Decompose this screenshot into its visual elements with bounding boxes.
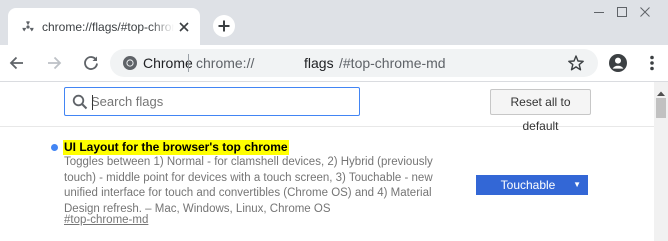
flag-permalink[interactable]: #top-chrome-md	[64, 213, 148, 228]
tab-title: chrome://flags/#top-chrome-md	[42, 20, 174, 34]
close-icon[interactable]	[176, 19, 192, 35]
flags-favicon-icon	[20, 19, 36, 35]
maximize-icon	[617, 7, 627, 17]
scroll-up-icon[interactable]	[657, 85, 665, 96]
reload-icon	[84, 56, 98, 70]
security-chip-label: Chrome	[143, 55, 193, 71]
plus-icon	[213, 15, 235, 37]
back-arrow-icon	[9, 56, 23, 70]
url-host: flags	[304, 55, 334, 71]
omnibox[interactable]: Chrome chrome:// flags /#top-chrome-md	[110, 49, 598, 77]
forward-button[interactable]	[40, 49, 68, 77]
maximize-button[interactable]	[599, 0, 645, 24]
url-scheme: chrome://	[196, 55, 255, 71]
star-icon[interactable]	[566, 53, 586, 73]
flag-description: Toggles between 1) Normal - for clamshel…	[64, 156, 433, 215]
omnibox-divider	[188, 54, 189, 72]
tab-strip: chrome://flags/#top-chrome-md	[0, 0, 668, 45]
chrome-logo-icon	[122, 55, 138, 71]
toolbar: Chrome chrome:// flags /#top-chrome-md	[0, 45, 668, 82]
search-input[interactable]	[91, 91, 351, 112]
more-vert-icon	[650, 55, 654, 71]
account-button[interactable]	[604, 49, 632, 77]
flag-option-select[interactable]: Touchable ▼	[476, 175, 588, 195]
menu-button[interactable]	[638, 49, 666, 77]
reload-button[interactable]	[77, 49, 105, 77]
url-path: /#top-chrome-md	[339, 55, 446, 71]
account-icon	[609, 54, 627, 72]
scrollbar[interactable]	[654, 82, 668, 241]
text-caret	[92, 95, 93, 110]
dropdown-arrow-icon: ▼	[573, 180, 581, 189]
back-button[interactable]	[3, 49, 31, 77]
flag-title: UI Layout for the browser's top chrome	[63, 140, 289, 155]
forward-arrow-icon	[48, 56, 62, 70]
search-icon	[72, 94, 88, 110]
scrollbar-thumb[interactable]	[656, 98, 666, 118]
reset-all-button[interactable]: Reset all to default	[490, 89, 591, 133]
search-box[interactable]	[64, 87, 360, 116]
flag-modified-indicator	[51, 144, 58, 151]
new-tab-button[interactable]	[212, 14, 236, 38]
tab-flags[interactable]: chrome://flags/#top-chrome-md	[8, 8, 200, 45]
flag-selected-value: Touchable	[500, 178, 556, 192]
flags-header: Reset all to default	[0, 82, 654, 133]
